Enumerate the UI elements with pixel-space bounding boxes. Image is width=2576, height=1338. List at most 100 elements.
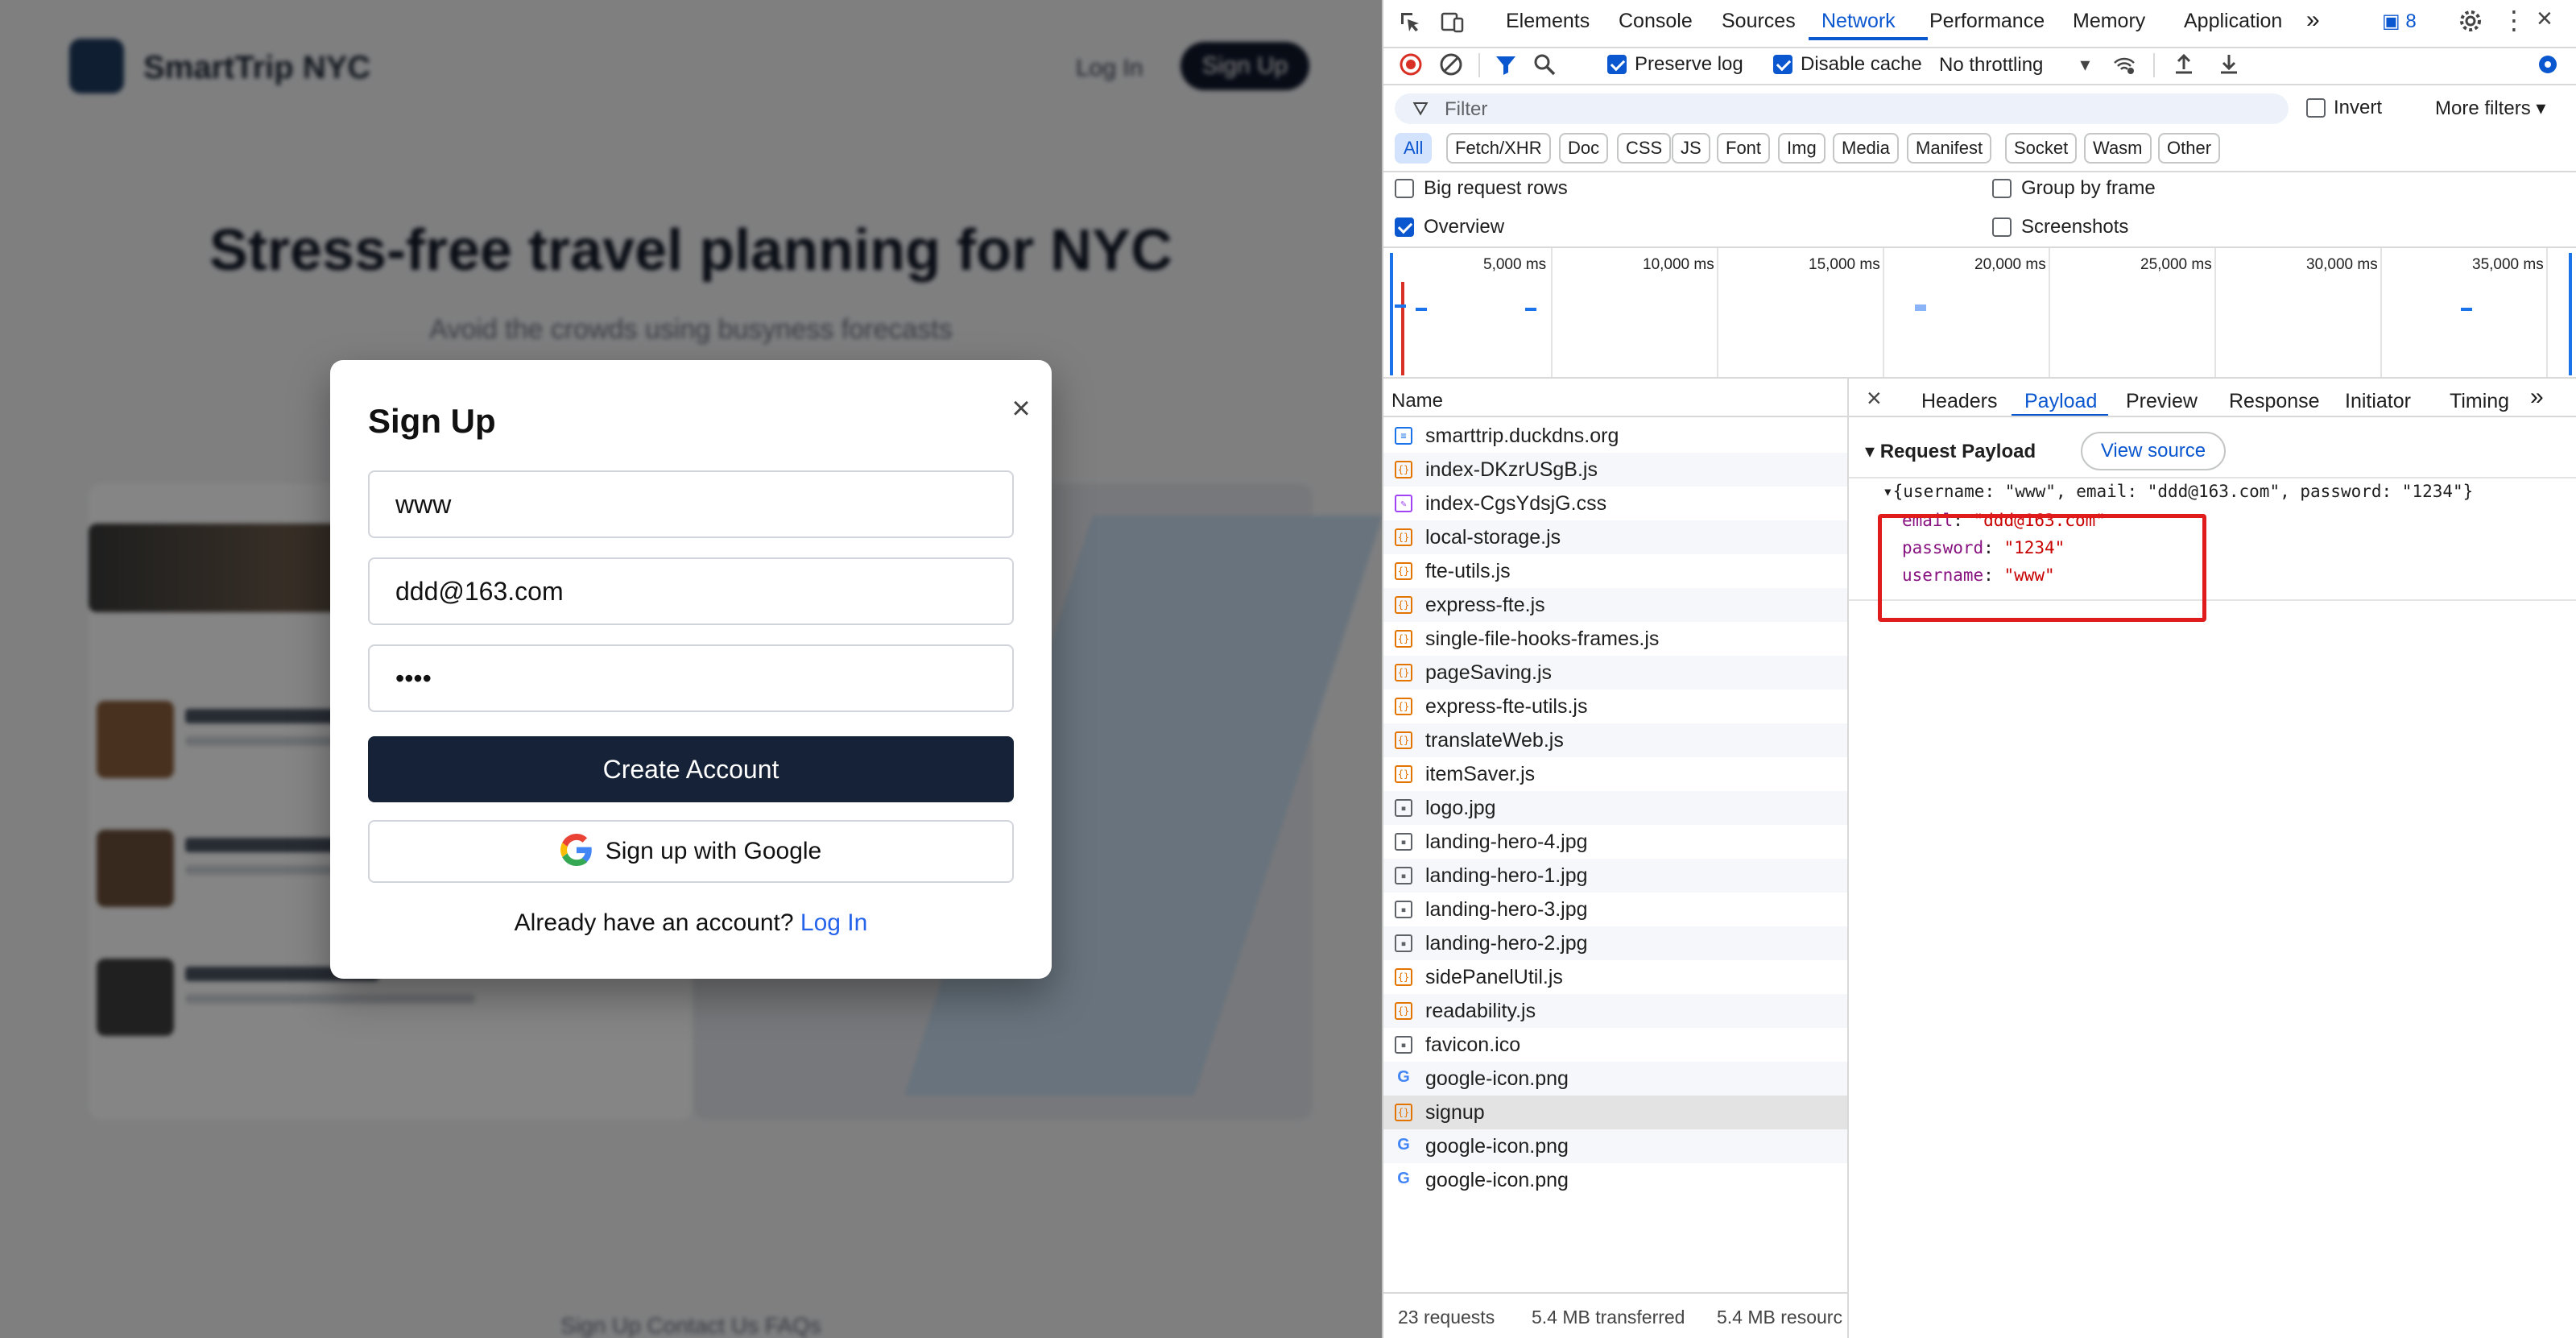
search-icon[interactable]: [1532, 52, 1557, 77]
close-detail-icon[interactable]: ×: [1867, 383, 1882, 413]
inspect-element-icon[interactable]: [1398, 10, 1424, 35]
request-row[interactable]: {} sidePanelUtil.js: [1383, 960, 1847, 994]
tab-initiator[interactable]: Initiator: [2345, 390, 2411, 413]
username-field[interactable]: www: [368, 470, 1014, 538]
request-row[interactable]: {} local-storage.js: [1383, 520, 1847, 554]
screenshots-checkbox[interactable]: [1992, 217, 2012, 237]
login-link[interactable]: Log In: [800, 909, 867, 936]
chip-socket[interactable]: Socket: [2005, 133, 2078, 164]
device-toolbar-icon[interactable]: [1440, 10, 1466, 35]
preserve-log-checkbox[interactable]: [1607, 55, 1627, 74]
request-row[interactable]: ▪ landing-hero-2.jpg: [1383, 926, 1847, 960]
close-devtools-icon[interactable]: ×: [2537, 3, 2553, 35]
request-row[interactable]: {} index-DKzrUSgB.js: [1383, 453, 1847, 487]
tab-timing[interactable]: Timing: [2450, 390, 2509, 413]
request-name: single-file-hooks-frames.js: [1425, 628, 1660, 650]
request-row[interactable]: Ggoogle-icon.png: [1383, 1163, 1847, 1197]
filter-icon[interactable]: [1493, 52, 1519, 77]
request-row[interactable]: Ggoogle-icon.png: [1383, 1062, 1847, 1096]
request-row[interactable]: ▪ logo.jpg: [1383, 791, 1847, 825]
chip-fetch-xhr[interactable]: Fetch/XHR: [1446, 133, 1551, 164]
tab-elements[interactable]: Elements: [1506, 10, 1590, 33]
clear-icon[interactable]: [1438, 52, 1464, 77]
close-icon[interactable]: ×: [1005, 392, 1037, 425]
chip-all[interactable]: All: [1395, 133, 1433, 164]
panel-splitter[interactable]: [1847, 377, 1849, 1338]
chip-doc[interactable]: Doc: [1559, 133, 1609, 164]
request-row[interactable]: ▪ favicon.ico: [1383, 1028, 1847, 1062]
overview-checkbox[interactable]: [1395, 217, 1414, 237]
throttling-select[interactable]: No throttling ▾: [1939, 53, 2090, 77]
chip-img[interactable]: Img: [1778, 133, 1826, 164]
status-bar: 23 requests 5.4 MB transferred 5.4 MB re…: [1383, 1292, 1847, 1338]
request-name: landing-hero-3.jpg: [1425, 898, 1588, 921]
tab-performance[interactable]: Performance: [1929, 10, 2045, 33]
filter-input[interactable]: ⛛ Filter: [1395, 93, 2289, 124]
disable-cache-checkbox[interactable]: [1773, 55, 1792, 74]
payload-summary[interactable]: ▾{username: "www", email: "ddd@163.com",…: [1883, 482, 2473, 501]
throttling-value: No throttling: [1939, 54, 2044, 76]
request-row[interactable]: {} readability.js: [1383, 994, 1847, 1028]
request-row[interactable]: {} pageSaving.js: [1383, 656, 1847, 690]
request-row[interactable]: {} express-fte.js: [1383, 588, 1847, 622]
tab-application[interactable]: Application: [2184, 10, 2282, 33]
more-detail-tabs-icon[interactable]: »: [2530, 383, 2544, 411]
chip-other[interactable]: Other: [2158, 133, 2221, 164]
tab-preview[interactable]: Preview: [2126, 390, 2198, 413]
create-account-button[interactable]: Create Account: [368, 736, 1014, 802]
request-row[interactable]: ✎ index-CgsYdsjG.css: [1383, 487, 1847, 520]
gear-icon[interactable]: [2458, 8, 2483, 34]
request-row[interactable]: ▪ landing-hero-3.jpg: [1383, 893, 1847, 926]
name-column-header[interactable]: Name: [1391, 390, 1443, 412]
tab-network[interactable]: Network: [1821, 10, 1896, 33]
chip-js[interactable]: JS: [1672, 133, 1710, 164]
request-payload-section[interactable]: ▾ Request Payload: [1865, 440, 2036, 463]
view-source-button[interactable]: View source: [2081, 432, 2226, 470]
more-tabs-icon[interactable]: »: [2306, 6, 2320, 34]
chip-font[interactable]: Font: [1717, 133, 1771, 164]
issues-badge[interactable]: ▣ 8: [2382, 10, 2417, 33]
network-settings-icon[interactable]: [2535, 52, 2561, 77]
request-row[interactable]: ≡ smarttrip.duckdns.org: [1383, 419, 1847, 453]
invert-checkbox[interactable]: [2306, 98, 2326, 118]
big-rows-checkbox[interactable]: [1395, 179, 1414, 198]
google-signup-button[interactable]: Sign up with Google: [368, 820, 1014, 883]
request-row[interactable]: Ggoogle-icon.png: [1383, 1129, 1847, 1163]
timeline-handle-right[interactable]: [2569, 253, 2572, 375]
js-file-icon: {}: [1395, 1002, 1412, 1020]
kebab-menu-icon[interactable]: ⋮: [2501, 5, 2527, 35]
email-field[interactable]: ddd@163.com: [368, 557, 1014, 625]
export-har-icon[interactable]: [2216, 52, 2242, 77]
tab-payload[interactable]: Payload: [2024, 390, 2097, 413]
triangle-down-icon: ▾: [1883, 482, 1893, 501]
request-row[interactable]: ▪ landing-hero-4.jpg: [1383, 825, 1847, 859]
tab-response[interactable]: Response: [2229, 390, 2320, 413]
tab-headers[interactable]: Headers: [1921, 390, 1998, 413]
tab-sources[interactable]: Sources: [1722, 10, 1796, 33]
import-har-icon[interactable]: [2171, 52, 2197, 77]
record-stop-icon[interactable]: [1398, 52, 1424, 77]
timeline-handle-left[interactable]: [1390, 253, 1393, 375]
request-row[interactable]: {} translateWeb.js: [1383, 723, 1847, 757]
request-row[interactable]: {} single-file-hooks-frames.js: [1383, 622, 1847, 656]
chip-manifest[interactable]: Manifest: [1907, 133, 1992, 164]
request-count: 23 requests: [1398, 1307, 1495, 1328]
request-row[interactable]: ▪ landing-hero-1.jpg: [1383, 859, 1847, 893]
g-file-icon: G: [1397, 1136, 1410, 1154]
more-filters-dropdown[interactable]: More filters ▾: [2435, 97, 2545, 120]
password-field[interactable]: ••••: [368, 644, 1014, 712]
tab-memory[interactable]: Memory: [2073, 10, 2145, 33]
chip-css[interactable]: CSS: [1617, 133, 1672, 164]
request-row[interactable]: {} express-fte-utils.js: [1383, 690, 1847, 723]
chip-media[interactable]: Media: [1833, 133, 1899, 164]
group-by-frame-checkbox[interactable]: [1992, 179, 2012, 198]
tab-console[interactable]: Console: [1619, 10, 1693, 33]
chip-wasm[interactable]: Wasm: [2084, 133, 2152, 164]
css-file-icon: ✎: [1395, 495, 1412, 512]
g-file-icon: G: [1397, 1068, 1410, 1086]
network-conditions-icon[interactable]: [2111, 52, 2137, 77]
js-file-icon: {}: [1395, 528, 1412, 546]
request-row[interactable]: {} itemSaver.js: [1383, 757, 1847, 791]
request-row[interactable]: {} fte-utils.js: [1383, 554, 1847, 588]
request-row[interactable]: {} signup: [1383, 1096, 1847, 1129]
